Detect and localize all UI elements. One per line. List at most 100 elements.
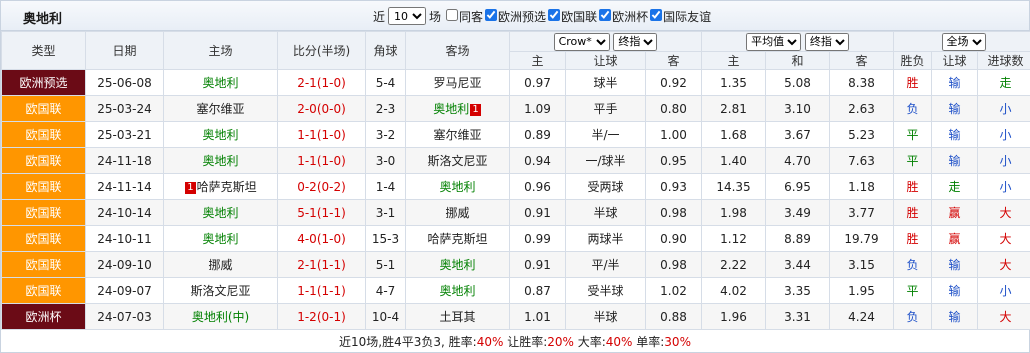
away-team-cell[interactable]: 奥地利 <box>405 277 510 304</box>
col-h-handicap: 让球 <box>565 51 646 70</box>
away-team-link[interactable]: 奥地利 <box>439 284 475 298</box>
home-team-cell[interactable]: 塞尔维亚 <box>163 95 278 122</box>
away-team-cell[interactable]: 塞尔维亚 <box>405 121 510 148</box>
home-team-cell[interactable]: 斯洛文尼亚 <box>163 277 278 304</box>
away-team-link[interactable]: 奥地利 <box>439 180 475 194</box>
euro-final-select[interactable]: 终指 <box>804 32 849 51</box>
full-time-score[interactable]: 2-1 <box>297 258 317 272</box>
away-team-cell[interactable]: 哈萨克斯坦 <box>405 225 510 252</box>
away-team-link[interactable]: 塞尔维亚 <box>433 128 481 142</box>
home-team-link[interactable]: 斯洛文尼亚 <box>190 284 250 298</box>
full-time-score[interactable]: 2-1 <box>297 76 317 90</box>
home-team-link[interactable]: 奥地利 <box>202 206 238 220</box>
handicap-odds-select[interactable]: 终指 <box>613 32 658 51</box>
full-time-score[interactable]: 1-1 <box>297 154 317 168</box>
match-type: 欧洲预选 <box>19 76 68 90</box>
score-cell[interactable]: 4-0(1-0) <box>277 225 366 252</box>
filter-checkbox-input[interactable] <box>599 8 612 21</box>
away-team-link[interactable]: 挪威 <box>445 206 469 220</box>
away-team-cell[interactable]: 挪威 <box>405 199 510 226</box>
handicap-line-cell: 平/半 <box>565 251 646 278</box>
euro-away-odds-cell: 8.38 <box>829 69 895 96</box>
score-cell[interactable]: 0-2(0-2) <box>277 173 366 200</box>
home-team-cell[interactable]: 奥地利 <box>163 225 278 252</box>
score-cell[interactable]: 1-1(1-0) <box>277 121 366 148</box>
home-team-link[interactable]: 塞尔维亚 <box>196 102 244 116</box>
home-team-cell[interactable]: 奥地利 <box>163 69 278 96</box>
full-time-score[interactable]: 4-0 <box>297 232 317 246</box>
full-time-score[interactable]: 0-2 <box>297 180 317 194</box>
away-team-link[interactable]: 罗马尼亚 <box>433 76 481 90</box>
score-cell[interactable]: 1-1(1-0) <box>277 147 366 174</box>
euro-away-odds-cell: 7.63 <box>829 147 895 174</box>
red-card-badge: 1 <box>470 104 481 116</box>
company-select[interactable]: Crow* <box>553 32 610 51</box>
filter-checkbox-2[interactable]: 欧国联 <box>546 8 597 24</box>
filter-checkbox-input[interactable] <box>446 8 459 21</box>
away-team-link[interactable]: 斯洛文尼亚 <box>427 154 487 168</box>
filter-checkbox-input[interactable] <box>650 8 663 21</box>
match-type-cell: 欧洲杯 <box>1 303 86 330</box>
score-cell[interactable]: 5-1(1-1) <box>277 199 366 226</box>
full-time-score[interactable]: 2-0 <box>297 102 317 116</box>
home-team-cell[interactable]: 奥地利 <box>163 199 278 226</box>
score-cell[interactable]: 1-1(1-1) <box>277 277 366 304</box>
home-team-link[interactable]: 奥地利 <box>202 76 238 90</box>
filter-checkbox-0[interactable]: 同客 <box>444 8 483 24</box>
filter-checkbox-3[interactable]: 欧洲杯 <box>597 8 648 24</box>
home-team-cell[interactable]: 奥地利(中) <box>163 303 278 330</box>
home-team-link[interactable]: 挪威 <box>208 258 232 272</box>
score-cell[interactable]: 2-1(1-0) <box>277 69 366 96</box>
score-cell[interactable]: 2-1(1-1) <box>277 251 366 278</box>
euro-away-odds: 8.38 <box>848 75 875 90</box>
home-team-cell[interactable]: 挪威 <box>163 251 278 278</box>
team-history-panel: 奥地利 近 10 场 同客 欧洲预选 欧国联 欧洲杯 国际友谊 类型 日期 主场 比分(… <box>0 0 1030 353</box>
home-team-cell[interactable]: 奥地利 <box>163 121 278 148</box>
filter-checkbox-4[interactable]: 国际友谊 <box>648 8 711 24</box>
table-row: 欧国联 25-03-24 塞尔维亚 2-0(0-0) 2-3 奥地利 1 1.09 平手 0.80… <box>1 95 1030 122</box>
corner-cell: 3-1 <box>365 199 406 226</box>
away-team-cell[interactable]: 罗马尼亚 <box>405 69 510 96</box>
away-team-cell[interactable]: 奥地利 <box>405 173 510 200</box>
match-date-cell: 24-07-03 <box>85 303 164 330</box>
filter-checkbox-input[interactable] <box>548 8 561 21</box>
handicap-home-odds-cell: 0.99 <box>509 225 566 252</box>
home-team-link[interactable]: 奥地利(中) <box>192 310 249 324</box>
handicap-away-odds: 0.98 <box>660 205 687 220</box>
euro-draw-odds: 3.49 <box>784 205 811 220</box>
away-team-link[interactable]: 奥地利 <box>439 258 475 272</box>
over-under-result: 走 <box>999 76 1012 90</box>
home-team-link[interactable]: 奥地利 <box>202 232 238 246</box>
corner-cell: 3-0 <box>365 147 406 174</box>
full-time-score[interactable]: 1-2 <box>297 310 317 324</box>
scope-select[interactable]: 全场 <box>941 32 986 51</box>
away-team-link[interactable]: 哈萨克斯坦 <box>427 232 487 246</box>
match-result: 负 <box>906 258 919 272</box>
filter-checkbox-1[interactable]: 欧洲预选 <box>483 8 546 24</box>
handicap-result-cell: 走 <box>931 173 979 200</box>
home-team-link[interactable]: 奥地利 <box>202 128 238 142</box>
away-team-cell[interactable]: 土耳其 <box>405 303 510 330</box>
filter-checkbox-input[interactable] <box>485 8 498 21</box>
away-team-link[interactable]: 奥地利 <box>433 102 469 116</box>
home-team-cell[interactable]: 1 哈萨克斯坦 <box>163 173 278 200</box>
away-team-link[interactable]: 土耳其 <box>439 310 475 324</box>
handicap-away-odds-cell: 0.88 <box>644 303 703 330</box>
full-time-score[interactable]: 5-1 <box>297 206 317 220</box>
score-cell[interactable]: 1-2(0-1) <box>277 303 366 330</box>
away-team-cell[interactable]: 奥地利 1 <box>405 95 510 122</box>
full-time-score[interactable]: 1-1 <box>297 128 317 142</box>
match-type: 欧国联 <box>25 258 62 272</box>
home-team-cell[interactable]: 奥地利 <box>163 147 278 174</box>
home-team-link[interactable]: 哈萨克斯坦 <box>197 180 257 194</box>
handicap-home-odds: 0.91 <box>524 205 551 220</box>
home-team-link[interactable]: 奥地利 <box>202 154 238 168</box>
average-select[interactable]: 平均值 <box>746 32 802 51</box>
away-team-cell[interactable]: 奥地利 <box>405 251 510 278</box>
over-under-result: 大 <box>999 310 1012 324</box>
away-team-cell[interactable]: 斯洛文尼亚 <box>405 147 510 174</box>
match-count-select[interactable]: 10 <box>388 7 427 25</box>
score-cell[interactable]: 2-0(0-0) <box>277 95 366 122</box>
full-time-score[interactable]: 1-1 <box>297 284 317 298</box>
match-type-cell: 欧国联 <box>1 225 86 252</box>
